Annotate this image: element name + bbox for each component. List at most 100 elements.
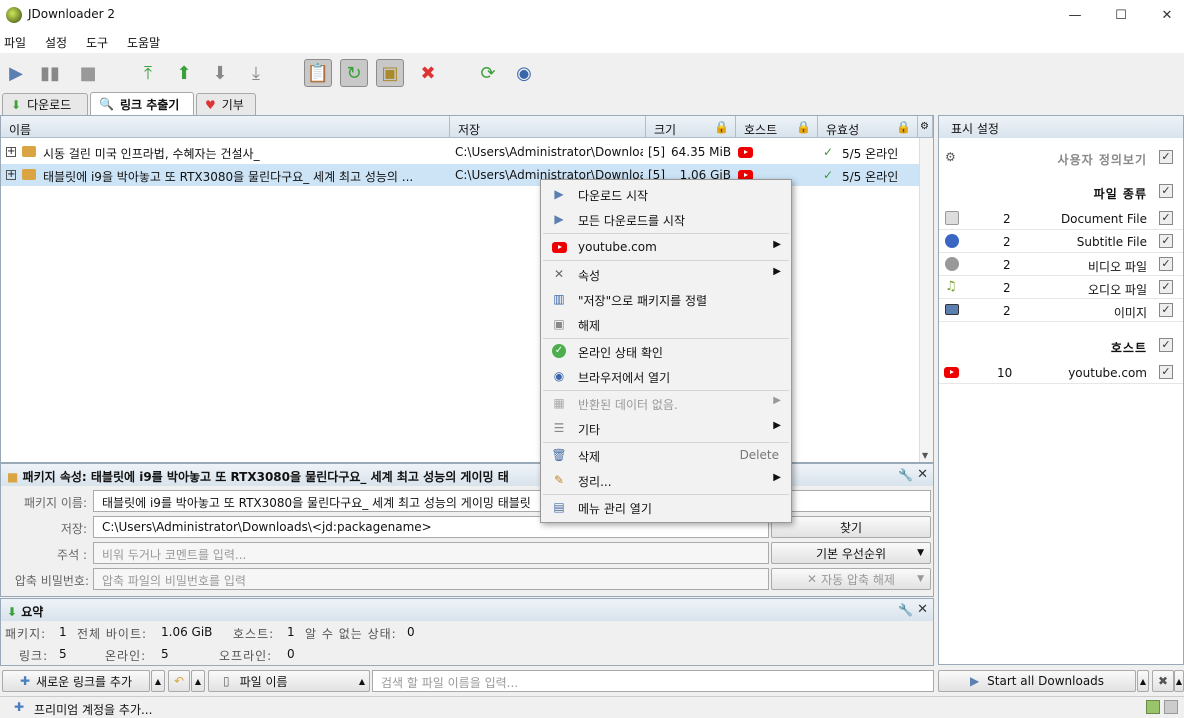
- wrench-icon[interactable]: 🔧: [898, 468, 913, 482]
- menu-item-open-browser[interactable]: ◉ 브라우저에서 열기: [541, 364, 791, 388]
- summary-header: ⬇ 요약: [1, 599, 933, 621]
- menu-item-other[interactable]: ☰ 기타 ▶: [541, 416, 791, 440]
- filter-row[interactable]: 2 이미지 ✓: [939, 299, 1183, 322]
- package-name-field[interactable]: 태블릿에 i9를 박아놓고 또 RTX3080을 물린다구요_ 세계 최고 성능…: [93, 490, 931, 512]
- menu-item-check-online[interactable]: ✓ 온라인 상태 확인: [541, 339, 791, 363]
- package-row[interactable]: + 시동 걸린 미국 인프라법, 수혜자는 건설사_ C:\Users\Admi…: [1, 141, 919, 163]
- move-top-icon[interactable]: ⤒: [134, 59, 162, 87]
- audio-icon: ♫: [945, 279, 957, 294]
- priority-select[interactable]: 기본 우선순위 ▼: [771, 542, 931, 564]
- filter-label: youtube.com: [1068, 366, 1147, 380]
- menu-item-menu-manager[interactable]: ▤ 메뉴 관리 열기: [541, 495, 791, 519]
- menu-item-start-download[interactable]: ▶ 다운로드 시작: [541, 182, 791, 206]
- minimize-button[interactable]: —: [1052, 0, 1098, 30]
- menu-item-ungroup[interactable]: ▣ 해제: [541, 312, 791, 336]
- filter-checkbox[interactable]: ✓: [1159, 365, 1173, 379]
- download-icon: ⬇: [7, 605, 18, 619]
- add-links-menu[interactable]: ▲: [151, 670, 165, 692]
- filter-checkbox[interactable]: ✓: [1159, 303, 1173, 317]
- filter-row[interactable]: 10 youtube.com ✓: [939, 361, 1183, 384]
- add-premium-link[interactable]: 프리미엄 계정을 추가...: [34, 701, 152, 718]
- scrollbar[interactable]: ▼: [919, 138, 933, 462]
- column-size[interactable]: 크기 🔒: [646, 116, 736, 138]
- clear-icon[interactable]: ✖: [414, 59, 442, 87]
- menu-item-cleanup[interactable]: ✎ 정리... ▶: [541, 468, 791, 492]
- start-all-downloads-button[interactable]: ▶ Start all Downloads: [938, 670, 1136, 692]
- custom-view-checkbox[interactable]: ✓: [1159, 150, 1173, 164]
- tray-icon[interactable]: [1164, 700, 1178, 714]
- password-field[interactable]: 압축 파일의 비밀번호를 입력: [93, 568, 769, 590]
- filter-checkbox[interactable]: ✓: [1159, 234, 1173, 248]
- add-links-label: 새로운 링크를 추가: [36, 674, 132, 689]
- auto-reconnect-icon[interactable]: ↻: [340, 59, 368, 87]
- menu-file[interactable]: 파일: [4, 34, 26, 51]
- undo-menu[interactable]: ▲: [191, 670, 205, 692]
- play-icon[interactable]: ▶: [2, 59, 30, 87]
- menu-item-start-all[interactable]: ▶ 모든 다운로드를 시작: [541, 207, 791, 231]
- comment-field[interactable]: 비워 두거나 코멘트를 입력...: [93, 542, 769, 564]
- menu-item-youtube[interactable]: youtube.com ▶: [541, 235, 791, 259]
- filter-row[interactable]: ♫ 2 오디오 파일 ✓: [939, 276, 1183, 299]
- custom-view-row[interactable]: ⚙ 사용자 정의보기 ✓: [939, 146, 1183, 169]
- auto-extract-select[interactable]: ✕ 자동 압축 해제 ▼: [771, 568, 931, 590]
- move-bottom-icon[interactable]: ⤓: [242, 59, 270, 87]
- move-up-icon[interactable]: ⬆: [170, 59, 198, 87]
- filter-count: 2: [1003, 235, 1011, 249]
- column-settings-icon[interactable]: ⚙: [918, 116, 933, 138]
- package-count: [5]: [648, 145, 665, 159]
- start-all-menu[interactable]: ▲: [1137, 670, 1149, 692]
- tab-link-grabber[interactable]: 🔍 링크 추출기: [90, 92, 194, 115]
- close-icon[interactable]: ✕: [917, 467, 928, 482]
- wrench-icon[interactable]: 🔧: [898, 603, 913, 617]
- hosts-checkbox[interactable]: ✓: [1159, 338, 1173, 352]
- update-icon[interactable]: ◉: [510, 59, 538, 87]
- close-button[interactable]: ✕: [1144, 0, 1184, 30]
- tab-donate[interactable]: ♥ 기부: [196, 93, 256, 115]
- stop-icon[interactable]: ■: [74, 59, 102, 87]
- search-input[interactable]: 검색 할 파일 이름을 입력...: [372, 670, 934, 692]
- pause-icon[interactable]: ▮▮: [36, 59, 64, 87]
- filter-checkbox[interactable]: ✓: [1159, 280, 1173, 294]
- menu-tools[interactable]: 도구: [86, 34, 108, 51]
- browse-button[interactable]: 찾기: [771, 516, 931, 538]
- check-online-icon: ✓: [551, 343, 567, 359]
- menu-help[interactable]: 도움말: [127, 34, 160, 51]
- undo-icon[interactable]: ↶: [168, 670, 190, 692]
- sort-select[interactable]: ▯ 파일 이름 ▲: [208, 670, 370, 692]
- column-name[interactable]: 이름: [1, 116, 450, 138]
- tools-menu[interactable]: ▲: [1174, 670, 1184, 692]
- expand-icon[interactable]: +: [6, 147, 16, 157]
- ungroup-icon: ▣: [553, 317, 565, 331]
- scroll-down-icon[interactable]: ▼: [922, 451, 928, 460]
- filter-checkbox[interactable]: ✓: [1159, 257, 1173, 271]
- filter-row[interactable]: 2 Subtitle File ✓: [939, 230, 1183, 253]
- file-types-checkbox[interactable]: ✓: [1159, 184, 1173, 198]
- tools-icon[interactable]: ✖: [1152, 670, 1174, 692]
- filter-row[interactable]: 2 비디오 파일 ✓: [939, 253, 1183, 276]
- clipboard-icon[interactable]: 📋: [304, 59, 332, 87]
- tab-downloads[interactable]: ⬇ 다운로드: [2, 93, 88, 115]
- menu-item-delete[interactable]: 🗑 삭제 Delete: [541, 443, 791, 467]
- panel-title: 표시 설정: [939, 116, 1183, 138]
- column-host[interactable]: 호스트 🔒: [736, 116, 818, 138]
- menu-item-label: 해제: [578, 319, 601, 333]
- menu-settings[interactable]: 설정: [45, 34, 67, 51]
- tray-icon[interactable]: [1146, 700, 1160, 714]
- menu-item-sort[interactable]: ▥ "저장"으로 패키지를 정렬: [541, 287, 791, 311]
- packages-value: 1: [59, 625, 67, 639]
- filter-checkbox[interactable]: ✓: [1159, 211, 1173, 225]
- column-save[interactable]: 저장: [450, 116, 646, 138]
- sort-label: 파일 이름: [239, 674, 288, 689]
- filter-row[interactable]: 2 Document File ✓: [939, 207, 1183, 230]
- move-down-icon[interactable]: ⬇: [206, 59, 234, 87]
- menu-item-properties[interactable]: ✕ 속성 ▶: [541, 262, 791, 286]
- window-title: JDownloader 2: [28, 7, 115, 21]
- no-data-icon: ▦: [553, 396, 565, 410]
- add-links-button[interactable]: ✚ 새로운 링크를 추가: [2, 670, 150, 692]
- auto-add-icon[interactable]: ▣: [376, 59, 404, 87]
- expand-icon[interactable]: +: [6, 170, 16, 180]
- close-icon[interactable]: ✕: [917, 602, 928, 617]
- column-validity[interactable]: 유효성 🔒: [818, 116, 918, 138]
- reconnect-icon[interactable]: ⟳: [474, 59, 502, 87]
- maximize-button[interactable]: ☐: [1098, 0, 1144, 30]
